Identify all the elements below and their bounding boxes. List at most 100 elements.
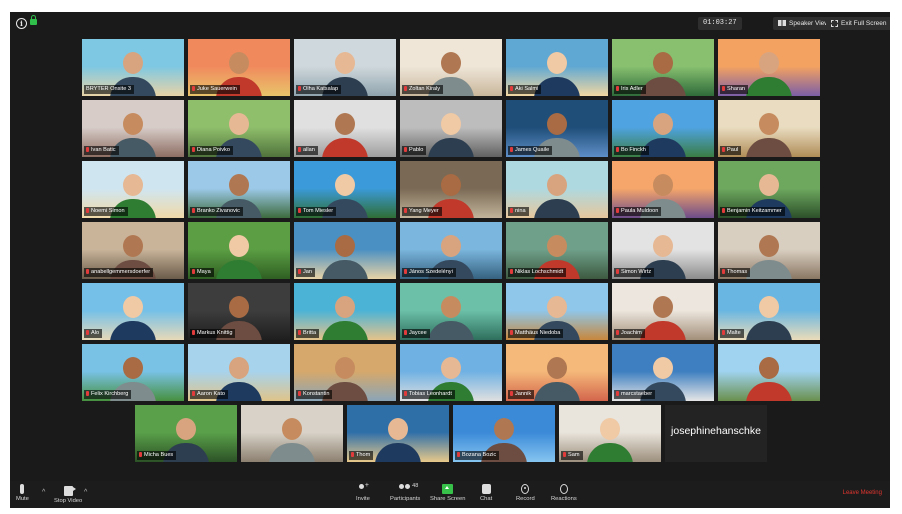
muted-mic-icon bbox=[298, 86, 301, 91]
participant-nameplate: Diana Poivko bbox=[190, 146, 233, 155]
participant-nameplate: Ivan Batic bbox=[84, 146, 119, 155]
participant-tile[interactable]: Maya bbox=[188, 222, 290, 279]
participant-tile[interactable]: Paula Muldoon bbox=[612, 161, 714, 218]
participant-tile[interactable] bbox=[241, 405, 343, 462]
participant-name: BRYTER Onsite 3 bbox=[86, 86, 131, 92]
muted-mic-icon bbox=[510, 147, 513, 152]
muted-mic-icon bbox=[298, 269, 301, 274]
muted-mic-icon bbox=[510, 269, 513, 274]
participant-tile[interactable]: Olha Katsalap bbox=[294, 39, 396, 96]
participant-name: Malte bbox=[727, 330, 741, 336]
participant-tile[interactable]: Zoltan Kiraly bbox=[400, 39, 502, 96]
participant-nameplate: Paula Muldoon bbox=[614, 207, 662, 216]
speaker-view-button[interactable]: Speaker View bbox=[773, 17, 834, 30]
participant-tile[interactable]: josephinehanschke bbox=[665, 405, 767, 462]
participant-tile[interactable]: Felix Kirchberg bbox=[82, 344, 184, 401]
participant-tile[interactable]: Jannik bbox=[506, 344, 608, 401]
muted-mic-icon bbox=[616, 208, 619, 213]
participant-head bbox=[547, 357, 567, 379]
record-button[interactable]: Record bbox=[516, 484, 535, 502]
lock-icon[interactable] bbox=[30, 15, 37, 25]
participant-head bbox=[335, 296, 355, 318]
participant-tile[interactable]: James Quaile bbox=[506, 100, 608, 157]
participant-head bbox=[229, 296, 249, 318]
participant-tile[interactable]: Aki Salmi bbox=[506, 39, 608, 96]
participant-tile[interactable]: Sharan bbox=[718, 39, 820, 96]
participant-nameplate: Joachim bbox=[614, 329, 645, 338]
participant-name: Tom Miesler bbox=[303, 208, 334, 214]
participant-tile[interactable]: Ivan Batic bbox=[82, 100, 184, 157]
participant-tile[interactable]: Jaycee bbox=[400, 283, 502, 340]
mute-button[interactable]: Mute bbox=[16, 484, 29, 502]
leave-meeting-button[interactable]: Leave Meeting bbox=[843, 490, 882, 496]
participant-tile[interactable]: Iris Adler bbox=[612, 39, 714, 96]
participant-nameplate: Konstantin bbox=[296, 390, 333, 399]
stop-video-button[interactable]: Stop Video bbox=[54, 484, 82, 504]
participant-tile[interactable]: Micha Bues bbox=[135, 405, 237, 462]
grid-icon bbox=[778, 20, 786, 27]
muted-mic-icon bbox=[563, 452, 566, 457]
participant-name: James Quaile bbox=[515, 147, 550, 153]
share-screen-button[interactable]: Share Screen bbox=[430, 484, 465, 502]
participant-tile[interactable]: nina bbox=[506, 161, 608, 218]
invite-button[interactable]: Invite bbox=[356, 482, 370, 502]
participant-nameplate: Britta bbox=[296, 329, 320, 338]
participant-nameplate: Paul bbox=[720, 146, 742, 155]
participant-tile[interactable]: Diana Poivko bbox=[188, 100, 290, 157]
participant-head bbox=[335, 174, 355, 196]
participant-tile[interactable]: Noemi Simon bbox=[82, 161, 184, 218]
participant-tile[interactable]: Markus Knittig bbox=[188, 283, 290, 340]
participant-nameplate: Aaron Kato bbox=[190, 390, 228, 399]
video-options-chevron-icon[interactable]: ^ bbox=[84, 489, 87, 496]
participant-tile[interactable]: Branko Zivanovic bbox=[188, 161, 290, 218]
participant-tile[interactable]: anabellgemmersdoerfer bbox=[82, 222, 184, 279]
participant-tile[interactable]: Bo Finckh bbox=[612, 100, 714, 157]
participant-nameplate: János Szedelényi bbox=[402, 268, 456, 277]
participant-tile[interactable]: Juke Sauerwein bbox=[188, 39, 290, 96]
participant-tile[interactable]: Joachim bbox=[612, 283, 714, 340]
participant-name: Benjamin Keitzammer bbox=[727, 208, 782, 214]
participant-tile[interactable]: Alo bbox=[82, 283, 184, 340]
muted-mic-icon bbox=[404, 391, 407, 396]
reactions-button[interactable]: Reactions bbox=[551, 484, 577, 502]
audio-options-chevron-icon[interactable]: ^ bbox=[42, 489, 45, 496]
participant-tile[interactable]: Malte bbox=[718, 283, 820, 340]
participant-tile[interactable]: Britta bbox=[294, 283, 396, 340]
participant-tile[interactable]: János Szedelényi bbox=[400, 222, 502, 279]
participant-tile[interactable]: marcstaeber bbox=[612, 344, 714, 401]
add-user-icon bbox=[358, 482, 369, 494]
participant-tile[interactable]: Paul bbox=[718, 100, 820, 157]
participant-nameplate: Sam bbox=[561, 451, 583, 460]
participant-tile[interactable]: Simon Wirtz bbox=[612, 222, 714, 279]
participants-button[interactable]: 48 Participants bbox=[390, 483, 420, 502]
participant-tile[interactable]: Matthäus Niedoba bbox=[506, 283, 608, 340]
participant-tile[interactable]: Thom bbox=[347, 405, 449, 462]
participant-tile[interactable]: BRYTER Onsite 3 bbox=[82, 39, 184, 96]
participant-head bbox=[229, 52, 249, 74]
participant-tile[interactable]: Benjamin Keitzammer bbox=[718, 161, 820, 218]
info-icon[interactable]: i bbox=[16, 18, 27, 29]
chat-button[interactable]: Chat bbox=[480, 484, 492, 502]
participant-nameplate: Alo bbox=[84, 329, 103, 338]
participant-tile[interactable]: Yang Meyer bbox=[400, 161, 502, 218]
participant-tile[interactable]: Tobias Leonhardt bbox=[400, 344, 502, 401]
participant-nameplate: Matthäus Niedoba bbox=[508, 329, 564, 338]
participant-tile[interactable]: Bozana Bozic bbox=[453, 405, 555, 462]
participant-tile[interactable]: Konstantin bbox=[294, 344, 396, 401]
participant-tile[interactable]: Sam bbox=[559, 405, 661, 462]
participant-head bbox=[441, 113, 461, 135]
exit-fullscreen-button[interactable]: Exit Full Screen bbox=[826, 17, 890, 30]
participant-tile[interactable]: allan bbox=[294, 100, 396, 157]
participant-name: Tobias Leonhardt bbox=[409, 391, 452, 397]
participant-tile[interactable] bbox=[718, 344, 820, 401]
participant-tile[interactable]: Tom Miesler bbox=[294, 161, 396, 218]
participant-nameplate: Zoltan Kiraly bbox=[402, 85, 444, 94]
participant-name: Konstantin bbox=[303, 391, 330, 397]
participant-tile[interactable]: Pablo bbox=[400, 100, 502, 157]
participant-tile[interactable]: Thomas bbox=[718, 222, 820, 279]
muted-mic-icon bbox=[616, 269, 619, 274]
participant-tile[interactable]: Aaron Kato bbox=[188, 344, 290, 401]
participant-tile[interactable]: Jan bbox=[294, 222, 396, 279]
participant-head bbox=[123, 357, 143, 379]
participant-tile[interactable]: Niklas Lochschmidt bbox=[506, 222, 608, 279]
